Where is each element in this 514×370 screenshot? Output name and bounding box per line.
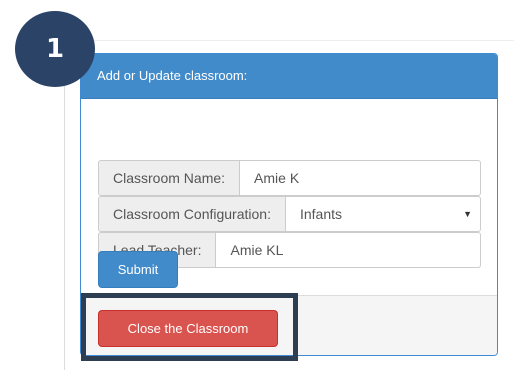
classroom-configuration-value: Infants xyxy=(299,206,342,222)
classroom-configuration-group: Classroom Configuration: Infants ▼ xyxy=(98,196,481,232)
classroom-name-label: Classroom Name: xyxy=(98,160,241,196)
lead-teacher-input[interactable]: Amie KL xyxy=(216,232,481,268)
top-divider xyxy=(75,40,514,41)
classroom-name-group: Classroom Name: Amie K xyxy=(98,160,481,196)
panel-heading-title: Add or Update classroom: xyxy=(97,68,248,83)
submit-button[interactable]: Submit xyxy=(98,251,178,288)
chevron-down-icon: ▼ xyxy=(463,209,472,219)
left-divider xyxy=(64,80,65,370)
step-badge: 1 xyxy=(15,11,95,87)
step-number: 1 xyxy=(45,34,65,64)
classroom-configuration-select[interactable]: Infants ▼ xyxy=(285,196,481,232)
classroom-configuration-label: Classroom Configuration: xyxy=(98,196,286,232)
classroom-name-input[interactable]: Amie K xyxy=(240,160,481,196)
panel-heading: Add or Update classroom: xyxy=(81,54,497,99)
highlight-callout-box xyxy=(81,293,298,361)
